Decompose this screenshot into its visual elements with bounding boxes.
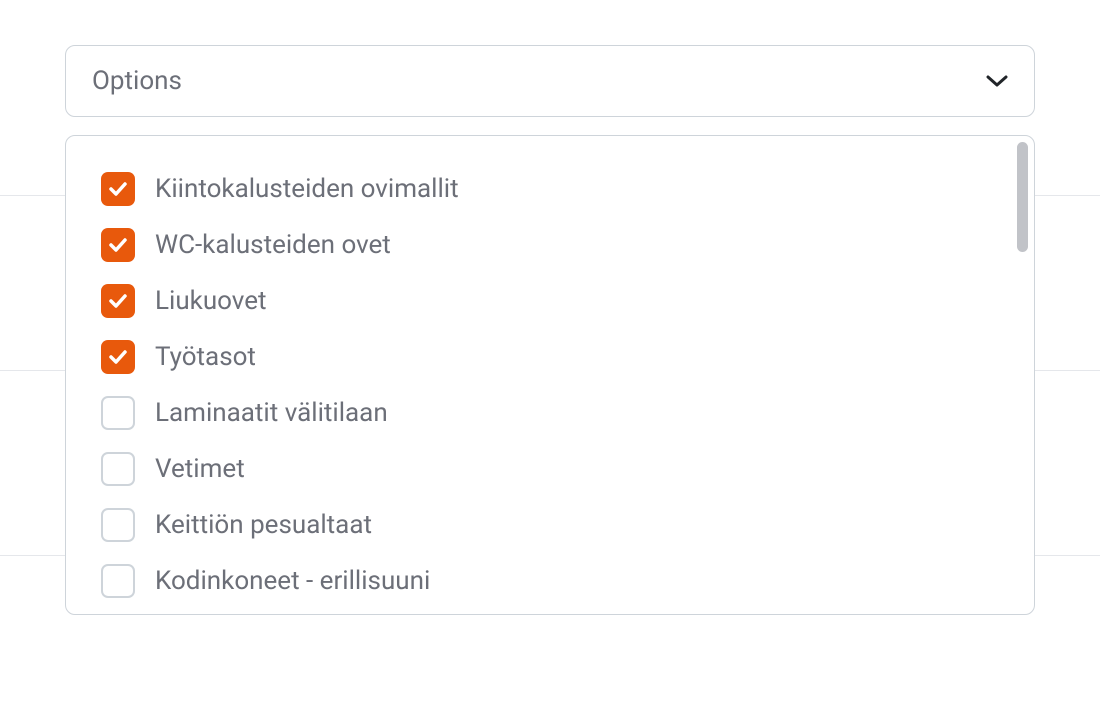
option-label: Kiintokalusteiden ovimallit <box>155 174 459 204</box>
option-label: Keittiön pesualtaat <box>155 510 372 540</box>
checkbox-checked[interactable] <box>101 228 135 262</box>
checkbox-unchecked[interactable] <box>101 396 135 430</box>
option-item[interactable]: Työtasot <box>101 329 999 385</box>
checkbox-checked[interactable] <box>101 172 135 206</box>
checkbox-checked[interactable] <box>101 340 135 374</box>
select-placeholder: Options <box>92 66 182 96</box>
option-label: Laminaatit välitilaan <box>155 398 388 428</box>
options-list: Kiintokalusteiden ovimallit WC-kalusteid… <box>66 161 1034 609</box>
checkbox-checked[interactable] <box>101 284 135 318</box>
select-trigger[interactable]: Options <box>65 45 1035 117</box>
checkbox-unchecked[interactable] <box>101 508 135 542</box>
option-item[interactable]: Kodinkoneet - erillisuuni <box>101 553 999 609</box>
checkbox-unchecked[interactable] <box>101 564 135 598</box>
scrollbar[interactable] <box>1013 142 1028 608</box>
chevron-down-icon <box>986 70 1008 92</box>
option-item[interactable]: Kiintokalusteiden ovimallit <box>101 161 999 217</box>
option-label: WC-kalusteiden ovet <box>155 230 391 260</box>
option-item[interactable]: Keittiön pesualtaat <box>101 497 999 553</box>
option-item[interactable]: Laminaatit välitilaan <box>101 385 999 441</box>
option-label: Työtasot <box>155 342 256 372</box>
multiselect-container: Options Kiintokalusteiden ovimallit WC-k… <box>0 0 1100 660</box>
scrollbar-thumb[interactable] <box>1017 142 1028 252</box>
option-label: Kodinkoneet - erillisuuni <box>155 566 430 596</box>
option-label: Liukuovet <box>155 286 267 316</box>
option-item[interactable]: Liukuovet <box>101 273 999 329</box>
dropdown-panel: Kiintokalusteiden ovimallit WC-kalusteid… <box>65 135 1035 615</box>
option-label: Vetimet <box>155 454 245 484</box>
option-item[interactable]: WC-kalusteiden ovet <box>101 217 999 273</box>
option-item[interactable]: Vetimet <box>101 441 999 497</box>
checkbox-unchecked[interactable] <box>101 452 135 486</box>
